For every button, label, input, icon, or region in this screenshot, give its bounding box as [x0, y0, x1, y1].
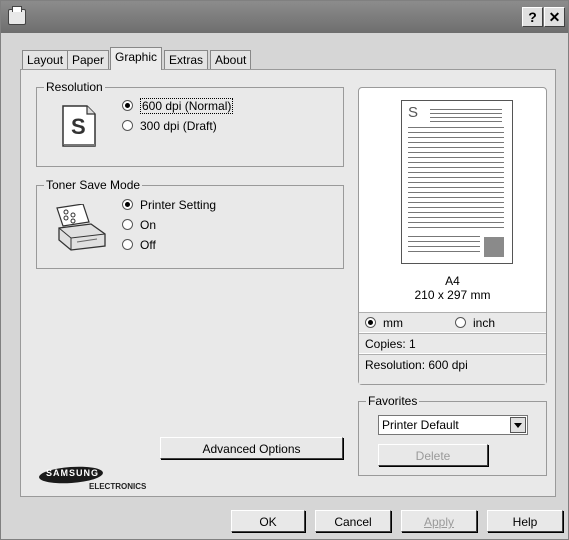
favorites-group: Favorites Printer Default Delete [358, 394, 547, 476]
favorites-select[interactable]: Printer Default [378, 415, 528, 435]
printer-icon [8, 6, 26, 25]
radio-printer-setting[interactable]: Printer Setting [122, 197, 216, 213]
radio-300-dpi[interactable]: 300 dpi (Draft) [122, 118, 217, 134]
radio-indicator [122, 219, 133, 230]
preview-text-line [408, 147, 504, 148]
tab-layout[interactable]: Layout [22, 50, 69, 69]
toner-save-group: Toner Save Mode Printer Setting On Off [36, 178, 344, 269]
preview-text-line [408, 142, 504, 143]
paper-size: 210 x 297 mm [414, 288, 491, 302]
help-title-button[interactable]: ? [522, 7, 543, 27]
preview-text-line [408, 167, 504, 168]
document-icon: S [62, 105, 96, 147]
preview-text-line [408, 137, 504, 138]
preview-text-line [408, 236, 480, 237]
tab-graphic[interactable]: Graphic [110, 47, 163, 70]
radio-inch[interactable]: inch [455, 315, 495, 331]
apply-button[interactable]: Apply [401, 510, 477, 532]
radio-indicator [122, 199, 133, 210]
radio-mm[interactable]: mm [365, 315, 403, 331]
preview-text-line [430, 121, 502, 122]
close-button[interactable]: ✕ [544, 7, 565, 27]
preview-text-line [408, 132, 504, 133]
resolution-group: Resolution S 600 dpi (Normal) 300 dpi (D… [36, 80, 344, 167]
preview-text-line [430, 113, 502, 114]
preview-text-line [408, 177, 504, 178]
tab-extras[interactable]: Extras [164, 50, 209, 69]
radio-on-label: On [140, 218, 157, 232]
radio-on[interactable]: On [122, 217, 156, 233]
preview-text-line [408, 251, 480, 252]
radio-300-dpi-label: 300 dpi (Draft) [140, 119, 217, 133]
tab-about[interactable]: About [210, 50, 252, 69]
radio-indicator [365, 317, 376, 328]
radio-printer-setting-label: Printer Setting [140, 198, 217, 212]
radio-mm-label: mm [383, 316, 403, 330]
radio-600-dpi[interactable]: 600 dpi (Normal) [122, 98, 234, 114]
paper-name: A4 [445, 274, 460, 288]
preview-text-line [408, 212, 504, 213]
resolution-group-title: Resolution [44, 80, 105, 94]
preview-text-line [408, 157, 504, 158]
printer-properties-window: ? ✕ Layout Paper Graphic Extras About Re… [0, 0, 569, 540]
preview-text-line [408, 182, 504, 183]
preview-text-line [430, 109, 502, 110]
page-preview: S [401, 100, 513, 264]
samsung-logo: SAMSUNG ELECTRONICS [38, 464, 149, 495]
samsung-logo-sub: ELECTRONICS [89, 482, 147, 491]
preview-text-line [408, 241, 480, 242]
page-preview-letter: S [408, 104, 419, 121]
chevron-down-icon[interactable] [510, 417, 526, 433]
preview-text-line [408, 172, 504, 173]
preview-text-line [408, 222, 504, 223]
document-icon-letter: S [71, 114, 86, 139]
radio-600-dpi-label: 600 dpi (Normal) [140, 98, 234, 114]
page-preview-panel: S A4 210 x 297 mm mm inch Copies: 1 Reso… [358, 87, 547, 385]
advanced-options-button[interactable]: Advanced Options [160, 437, 343, 459]
radio-indicator [122, 120, 133, 131]
preview-text-line [408, 162, 504, 163]
toner-save-group-title: Toner Save Mode [44, 178, 143, 192]
favorites-group-title: Favorites [366, 394, 420, 408]
preview-text-line [408, 227, 504, 228]
ok-button[interactable]: OK [231, 510, 305, 532]
tab-paper[interactable]: Paper [67, 50, 110, 69]
toner-printer-icon [53, 203, 107, 252]
units-row: mm inch [359, 312, 546, 332]
radio-off[interactable]: Off [122, 237, 156, 253]
help-button[interactable]: Help [487, 510, 563, 532]
preview-text-line [408, 207, 504, 208]
preview-text-line [430, 117, 502, 118]
cancel-button[interactable]: Cancel [315, 510, 391, 532]
title-bar: ? ✕ [1, 1, 568, 33]
radio-indicator [122, 239, 133, 250]
graphic-tab-panel: Resolution S 600 dpi (Normal) 300 dpi (D… [20, 69, 556, 497]
preview-text-line [408, 187, 504, 188]
radio-inch-label: inch [473, 316, 496, 330]
resolution-info: Resolution: 600 dpi [359, 354, 546, 384]
preview-image-block [484, 237, 504, 257]
radio-indicator [122, 100, 133, 111]
preview-text-line [408, 197, 504, 198]
favorites-selected-value: Printer Default [382, 418, 459, 432]
delete-favorite-button[interactable]: Delete [378, 444, 488, 466]
preview-text-line [408, 217, 504, 218]
preview-text-line [408, 152, 504, 153]
preview-text-line [408, 202, 504, 203]
radio-off-label: Off [140, 238, 156, 252]
radio-indicator [455, 317, 466, 328]
copies-info: Copies: 1 [359, 333, 546, 353]
preview-text-line [408, 192, 504, 193]
preview-text-line [408, 127, 504, 128]
preview-text-line [408, 246, 480, 247]
samsung-logo-brand: SAMSUNG [46, 468, 100, 478]
